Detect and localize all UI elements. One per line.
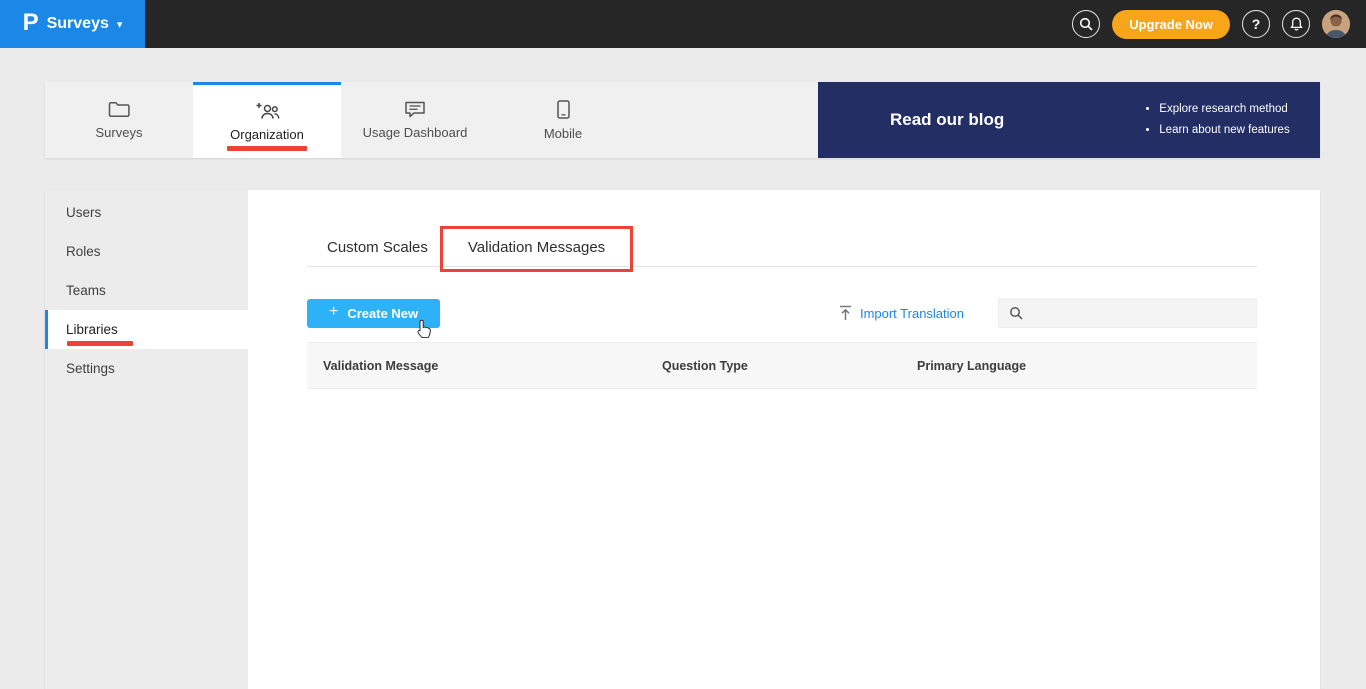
sidebar-item-label: Users (66, 205, 102, 220)
toolbar-right: Import Translation (838, 298, 1257, 328)
chevron-down-icon: ▾ (116, 18, 123, 31)
nav-tab-organization[interactable]: Organization (193, 82, 341, 158)
primary-nav: Surveys Organization Usage Dashboard Mob… (45, 82, 1320, 158)
bell-icon (1289, 17, 1303, 31)
promo-title: Read our blog (890, 110, 1005, 129)
sidebar-item-label: Settings (66, 361, 115, 376)
help-button[interactable]: ? (1242, 10, 1270, 38)
sidebar-item-settings[interactable]: Settings (45, 349, 248, 388)
search-box (998, 298, 1257, 328)
settings-sidebar: Users Roles Teams Libraries Settings (45, 190, 248, 689)
product-name: Surveys (46, 15, 109, 32)
topbar: P Surveys ▾ Upgrade Now ? (0, 0, 1366, 48)
sidebar-item-roles[interactable]: Roles (45, 232, 248, 271)
search-icon (1079, 17, 1093, 31)
topbar-actions: Upgrade Now ? (1072, 9, 1366, 39)
sidebar-item-users[interactable]: Users (45, 193, 248, 232)
import-icon (838, 305, 853, 321)
search-input[interactable] (1031, 305, 1246, 321)
promo-bullet: Learn about new features (1159, 120, 1289, 141)
annotation-underline-organization (227, 146, 307, 151)
help-icon: ? (1251, 16, 1261, 32)
table-header: Validation Message Question Type Primary… (307, 342, 1257, 389)
search-button[interactable] (1072, 10, 1101, 38)
avatar[interactable] (1322, 10, 1350, 38)
sidebar-item-label: Roles (66, 244, 101, 259)
tab-custom-scales[interactable]: Custom Scales (307, 230, 448, 266)
column-header-primary-language: Primary Language (917, 358, 1027, 373)
folder-icon (108, 100, 130, 118)
app-switcher[interactable]: P Surveys ▾ (0, 0, 145, 48)
annotation-underline-libraries (67, 341, 133, 346)
nav-tab-surveys[interactable]: Surveys (45, 82, 193, 158)
libraries-content: Custom Scales Validation Messages + Crea… (248, 190, 1320, 689)
search-icon (1009, 306, 1023, 320)
sidebar-item-teams[interactable]: Teams (45, 271, 248, 310)
add-people-icon (255, 102, 280, 120)
nav-tab-label: Organization (230, 126, 304, 142)
create-new-label: Create New (347, 305, 419, 321)
notifications-button[interactable] (1282, 10, 1310, 38)
blog-promo-banner[interactable]: Read our blog Explore research method Le… (818, 82, 1320, 158)
sidebar-item-label: Libraries (66, 322, 118, 337)
tab-label: Validation Messages (467, 239, 606, 256)
toolbar: + Create New Import Translation (307, 298, 1257, 338)
mouse-cursor (417, 319, 432, 338)
nav-tab-label: Usage Dashboard (362, 125, 468, 140)
comment-icon (404, 100, 426, 118)
import-translation-link[interactable]: Import Translation (838, 305, 964, 321)
content-tabs: Custom Scales Validation Messages (307, 226, 1257, 272)
tab-validation-messages[interactable]: Validation Messages (439, 226, 634, 272)
promo-bullet-list: Explore research method Learn about new … (1159, 99, 1289, 141)
sidebar-item-label: Teams (66, 283, 106, 298)
main-panel: Users Roles Teams Libraries Settings Cus… (45, 190, 1320, 689)
sidebar-item-libraries[interactable]: Libraries (45, 310, 248, 349)
plus-icon: + (329, 303, 339, 320)
upgrade-button[interactable]: Upgrade Now (1112, 9, 1230, 39)
questionpro-logo: P (22, 9, 39, 36)
mobile-icon (556, 99, 570, 119)
column-header-question-type: Question Type (662, 358, 748, 373)
import-translation-label: Import Translation (859, 305, 964, 321)
column-header-validation-message: Validation Message (323, 358, 439, 373)
nav-tab-label: Surveys (95, 125, 143, 140)
nav-tab-label: Mobile (543, 125, 583, 141)
nav-tab-usage-dashboard[interactable]: Usage Dashboard (341, 82, 489, 158)
promo-bullet: Explore research method (1159, 99, 1289, 120)
nav-tab-mobile[interactable]: Mobile (489, 82, 637, 158)
